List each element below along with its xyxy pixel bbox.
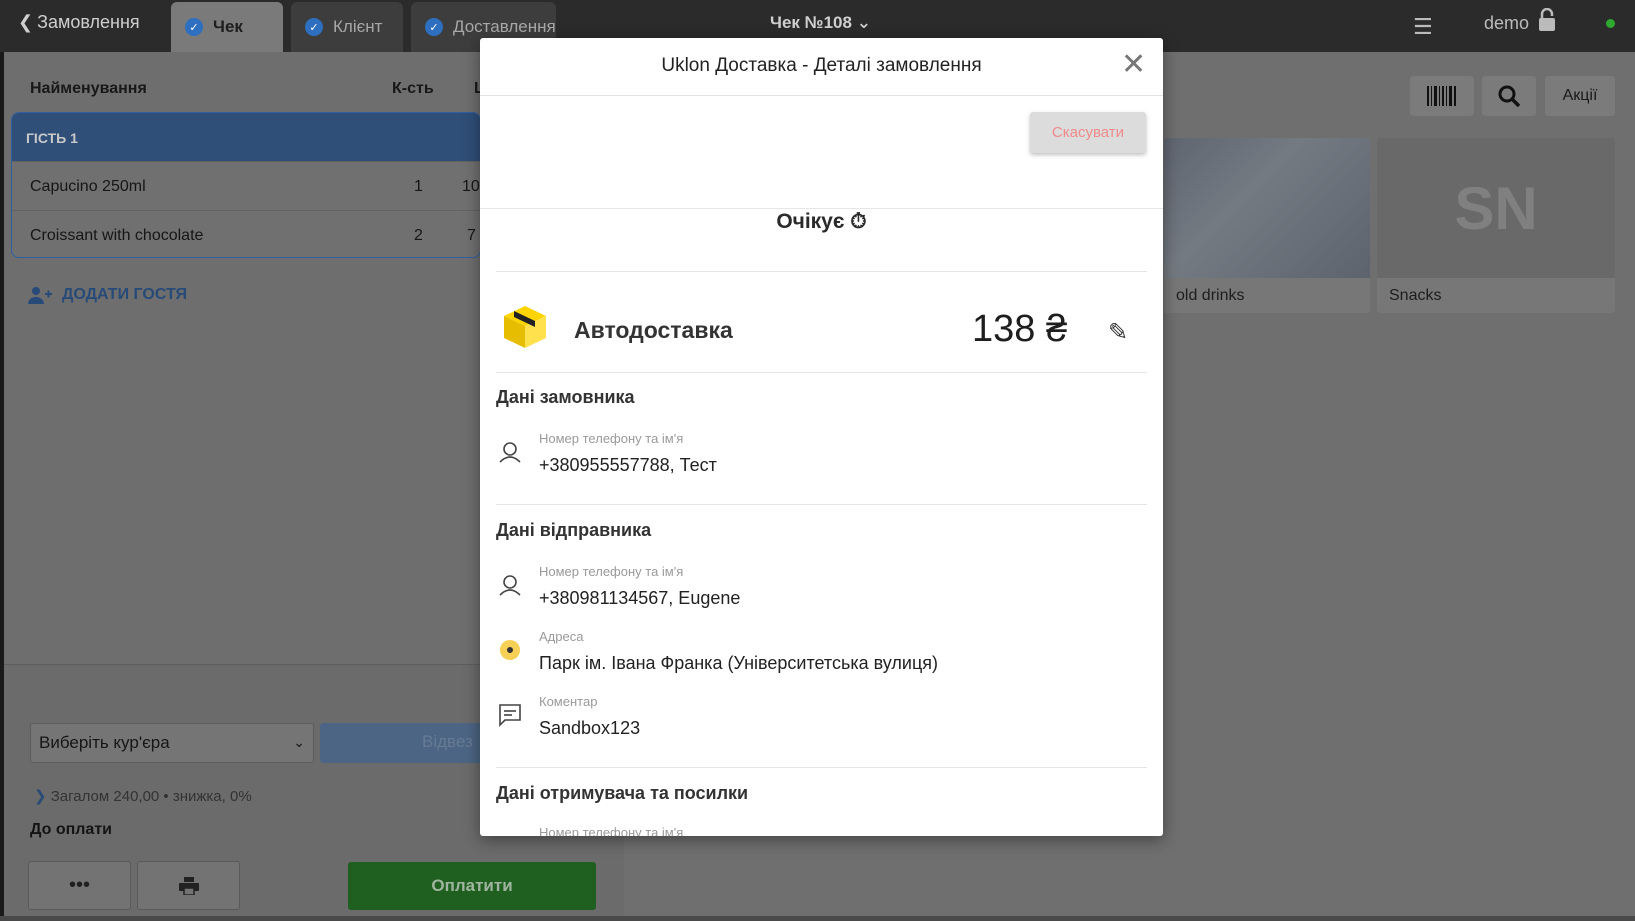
delivery-details-modal: Uklon Доставка - Деталі замовлення ✕ Ска… <box>480 38 1163 836</box>
back-button[interactable]: ❮ Замовлення <box>18 12 140 33</box>
check-icon: ✓ <box>305 18 323 36</box>
delivery-price: 138 ₴ <box>972 308 1068 350</box>
category-tile-cold-drinks[interactable]: old drinks <box>1164 138 1370 313</box>
category-label: old drinks <box>1176 287 1245 304</box>
order-item-row[interactable]: Capucino 250ml 1 10 <box>12 161 480 210</box>
item-qty: 2 <box>414 227 423 244</box>
tab-label: Чек <box>213 17 243 36</box>
sender-comment-value: Sandbox123 <box>539 718 641 738</box>
check-icon: ✓ <box>185 18 203 36</box>
column-name-header: Найменування <box>30 80 147 97</box>
tab-check[interactable]: ✓ Чек <box>171 2 283 52</box>
customer-phone-label: Номер телефону та ім'я <box>539 431 684 446</box>
divider <box>496 271 1147 272</box>
recipient-phone-label: Номер телефону та ім'я <box>539 825 684 836</box>
print-button[interactable] <box>137 861 240 910</box>
back-label: Замовлення <box>37 12 140 32</box>
sender-phone-value: +380981134567, Eugene <box>539 588 741 608</box>
order-item-row[interactable]: Croissant with chocolate 2 7 <box>12 210 480 257</box>
delivery-status: Очікує ⏱ <box>776 210 867 233</box>
barcode-button[interactable] <box>1410 76 1474 116</box>
chevron-left-icon: ❮ <box>18 12 34 32</box>
recipient-section-title: Дані отримувача та посилки <box>496 783 749 803</box>
category-abbr: SN <box>1454 175 1538 242</box>
more-options-button[interactable]: ••• <box>28 861 131 910</box>
bottom-strip <box>0 916 1635 921</box>
item-name: Croissant with chocolate <box>30 227 204 244</box>
add-guest-label: ДОДАТИ ГОСТЯ <box>62 286 188 303</box>
to-pay-label: До оплати <box>30 821 112 838</box>
package-icon <box>504 306 546 348</box>
modal-toolbar: Скасувати <box>480 96 1163 209</box>
sender-phone-label: Номер телефону та ім'я <box>539 564 684 579</box>
search-button[interactable] <box>1482 76 1536 116</box>
item-price: 10 <box>462 178 480 195</box>
totals-summary[interactable]: ❯ Загалом 240,00 • знижка, 0% <box>34 787 252 805</box>
add-user-icon <box>28 287 52 304</box>
tab-client[interactable]: ✓ Клієнт <box>291 2 403 52</box>
order-selector[interactable]: Чек №108 ⌄ <box>770 13 871 33</box>
guest-header[interactable]: ГІСТЬ 1 <box>12 113 480 161</box>
customer-section-title: Дані замовника <box>496 387 635 407</box>
column-qty-header: К-сть <box>392 80 434 97</box>
user-icon <box>499 575 521 596</box>
category-image <box>1164 138 1370 278</box>
item-price: 7 <box>467 227 476 244</box>
sender-comment-label: Коментар <box>539 694 598 709</box>
more-icon: ••• <box>68 874 90 896</box>
check-icon: ✓ <box>425 18 443 36</box>
courier-select-value: Виберіть кур'єра <box>39 733 170 752</box>
online-status-indicator <box>1606 19 1615 28</box>
category-label: Snacks <box>1389 287 1442 304</box>
order-title: Чек №108 <box>770 13 852 32</box>
totals-text: Загалом 240,00 • знижка, 0% <box>50 788 252 805</box>
hamburger-menu-icon[interactable]: ☰ <box>1413 14 1433 40</box>
comment-icon <box>499 704 521 727</box>
lock-icon[interactable] <box>1537 7 1557 38</box>
tab-label: Доставлення <box>453 17 556 36</box>
modal-header: Uklon Доставка - Деталі замовлення ✕ <box>480 38 1163 96</box>
sender-address-label: Адреса <box>539 629 584 644</box>
close-icon[interactable]: ✕ <box>1121 50 1146 80</box>
sender-address-value: Парк ім. Івана Франка (Університетська в… <box>539 653 938 673</box>
chevron-down-icon: ⌄ <box>293 734 305 750</box>
guest-order-list: ГІСТЬ 1 Capucino 250ml 1 10 Croissant wi… <box>11 112 481 258</box>
courier-select[interactable]: Виберіть кур'єра ⌄ <box>30 723 314 763</box>
chevron-right-icon: ❯ <box>34 788 47 805</box>
user-name: demo <box>1484 13 1530 33</box>
divider <box>496 504 1147 505</box>
item-qty: 1 <box>414 178 423 195</box>
promotions-button[interactable]: Акції <box>1545 76 1615 116</box>
delivery-type: Автодоставка <box>574 317 733 343</box>
tab-label: Клієнт <box>333 17 383 36</box>
cancel-delivery-button[interactable]: Скасувати <box>1030 112 1146 153</box>
chevron-down-icon: ⌄ <box>856 13 871 32</box>
pay-button[interactable]: Оплатити <box>348 862 596 910</box>
search-icon <box>1498 85 1521 108</box>
barcode-icon <box>1427 86 1456 106</box>
customer-phone-value: +380955557788, Тест <box>539 455 717 475</box>
sender-section-title: Дані відправника <box>496 520 652 540</box>
user-icon <box>499 442 521 463</box>
modal-title: Uklon Доставка - Деталі замовлення <box>661 55 982 76</box>
location-pin-icon <box>500 640 520 660</box>
divider <box>496 372 1147 373</box>
pencil-icon[interactable]: ✎ <box>1108 318 1128 347</box>
printer-icon <box>178 876 199 895</box>
add-guest-button[interactable]: ДОДАТИ ГОСТЯ <box>28 286 187 304</box>
category-tile-snacks[interactable]: SN Snacks <box>1377 138 1615 313</box>
divider <box>496 767 1147 768</box>
item-name: Capucino 250ml <box>30 178 146 195</box>
